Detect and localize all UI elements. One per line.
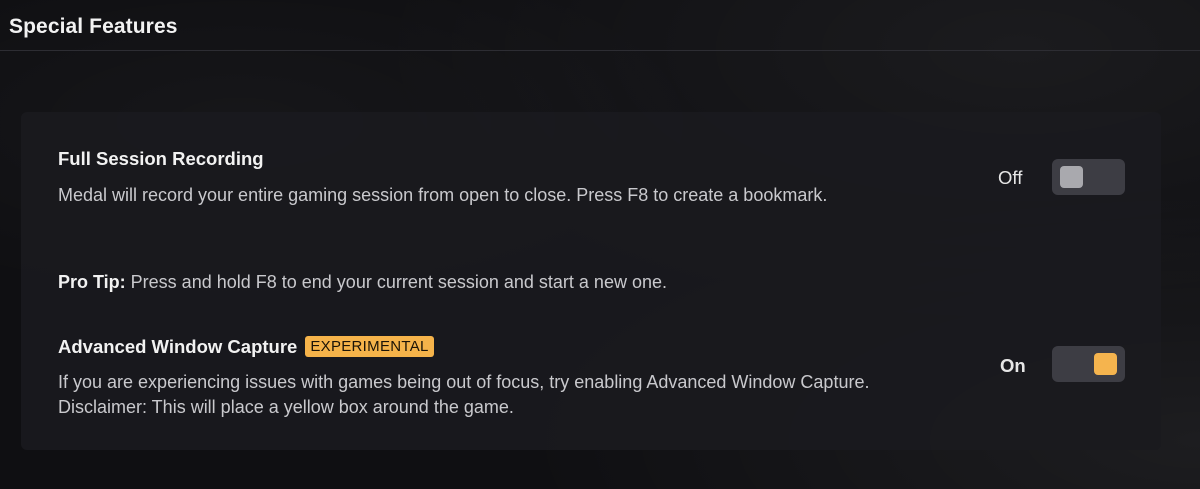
section-title: Special Features — [9, 15, 178, 38]
full-session-recording-title: Full Session Recording — [58, 148, 264, 169]
experimental-badge: EXPERIMENTAL — [305, 336, 434, 357]
full-session-recording-state-label: Off — [998, 167, 1023, 188]
advanced-window-capture-state-label: On — [1000, 355, 1026, 376]
pro-tip-text: Press and hold F8 to end your current se… — [125, 272, 667, 292]
advanced-window-capture-toggle[interactable] — [1052, 346, 1125, 382]
toggle-knob — [1094, 353, 1117, 375]
pro-tip: Pro Tip: Press and hold F8 to end your c… — [58, 272, 667, 293]
full-session-recording-toggle[interactable] — [1052, 159, 1125, 195]
pro-tip-label: Pro Tip: — [58, 272, 126, 292]
advanced-window-capture-title: Advanced Window Capture EXPERIMENTAL — [58, 336, 434, 358]
section-header: Special Features — [0, 0, 1200, 51]
full-session-recording-description: Medal will record your entire gaming ses… — [58, 185, 828, 205]
toggle-knob — [1060, 166, 1083, 188]
settings-panel: Full Session Recording Medal will record… — [21, 112, 1161, 450]
advanced-window-capture-title-text: Advanced Window Capture — [58, 336, 298, 357]
advanced-window-capture-description: If you are experiencing issues with game… — [58, 372, 870, 417]
